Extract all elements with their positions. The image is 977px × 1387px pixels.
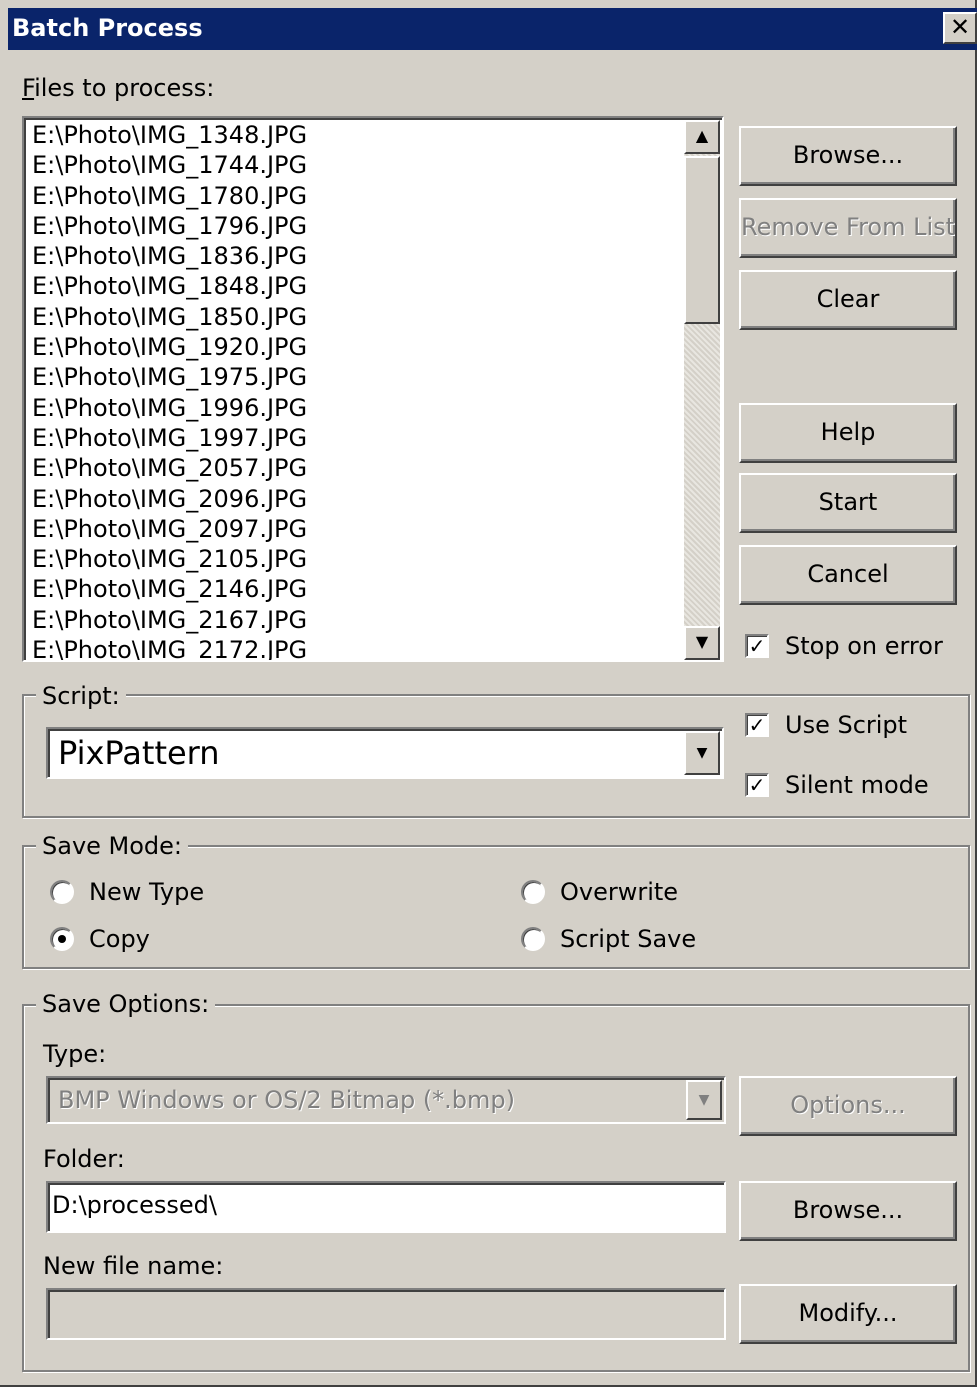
files-label-rest: iles to process: xyxy=(34,74,215,102)
clear-button[interactable]: Clear xyxy=(739,270,957,330)
silent-mode-label: Silent mode xyxy=(785,771,929,799)
list-item[interactable]: E:\Photo\IMG_2057.JPG xyxy=(32,453,307,483)
list-item[interactable]: E:\Photo\IMG_2146.JPG xyxy=(32,574,307,604)
stop-on-error-label: Stop on error xyxy=(785,632,943,660)
folder-input[interactable]: D:\processed\ xyxy=(46,1181,726,1233)
list-item[interactable]: E:\Photo\IMG_1744.JPG xyxy=(32,150,307,180)
new-type-radio[interactable] xyxy=(50,880,74,904)
type-dropdown-icon[interactable]: ▼ xyxy=(686,1080,722,1120)
start-button[interactable]: Start xyxy=(739,473,957,533)
script-save-label: Script Save xyxy=(560,925,697,953)
cancel-button[interactable]: Cancel xyxy=(739,545,957,605)
script-dropdown-icon[interactable]: ▼ xyxy=(684,731,720,775)
folder-label: Folder: xyxy=(43,1145,125,1173)
scroll-up-icon[interactable]: ▲ xyxy=(684,120,720,154)
options-button[interactable]: Options... xyxy=(739,1076,957,1136)
new-file-name-input[interactable] xyxy=(46,1288,726,1340)
save-options-group-title: Save Options: xyxy=(36,990,216,1018)
use-script-label: Use Script xyxy=(785,711,908,739)
list-item[interactable]: E:\Photo\IMG_1975.JPG xyxy=(32,362,307,392)
script-selected-value: PixPattern xyxy=(58,734,220,772)
scroll-down-icon[interactable]: ▼ xyxy=(684,626,720,660)
new-file-name-label: New file name: xyxy=(43,1252,224,1280)
copy-radio[interactable] xyxy=(50,927,74,951)
save-mode-group xyxy=(22,845,970,969)
list-item[interactable]: E:\Photo\IMG_1848.JPG xyxy=(32,271,307,301)
help-button[interactable]: Help xyxy=(739,403,957,463)
scroll-thumb[interactable] xyxy=(684,156,720,324)
remove-from-list-button[interactable]: Remove From List xyxy=(739,198,957,258)
list-item[interactable]: E:\Photo\IMG_1796.JPG xyxy=(32,211,307,241)
type-combobox[interactable]: BMP Windows or OS/2 Bitmap (*.bmp) ▼ xyxy=(46,1076,726,1124)
files-items: E:\Photo\IMG_1348.JPG E:\Photo\IMG_1744.J… xyxy=(32,120,307,660)
list-item[interactable]: E:\Photo\IMG_1780.JPG xyxy=(32,181,307,211)
list-item[interactable]: E:\Photo\IMG_2097.JPG xyxy=(32,514,307,544)
copy-label: Copy xyxy=(89,925,150,953)
browse-button[interactable]: Browse... xyxy=(739,126,957,186)
copy-radio-dot xyxy=(58,935,66,943)
new-type-label: New Type xyxy=(89,878,205,906)
list-item[interactable]: E:\Photo\IMG_1836.JPG xyxy=(32,241,307,271)
list-item[interactable]: E:\Photo\IMG_2105.JPG xyxy=(32,544,307,574)
list-item[interactable]: E:\Photo\IMG_1348.JPG xyxy=(32,120,307,150)
folder-browse-button[interactable]: Browse... xyxy=(739,1181,957,1241)
script-group-title: Script: xyxy=(36,682,126,710)
files-to-process-label: Files to process: xyxy=(22,74,214,102)
type-selected-value: BMP Windows or OS/2 Bitmap (*.bmp) xyxy=(58,1086,516,1114)
overwrite-label: Overwrite xyxy=(560,878,679,906)
overwrite-radio[interactable] xyxy=(521,880,545,904)
list-item[interactable]: E:\Photo\IMG_1850.JPG xyxy=(32,302,307,332)
files-label-mnemonic: F xyxy=(22,74,35,102)
list-item[interactable]: E:\Photo\IMG_2167.JPG xyxy=(32,605,307,635)
list-item[interactable]: E:\Photo\IMG_1997.JPG xyxy=(32,423,307,453)
save-mode-group-title: Save Mode: xyxy=(36,832,189,860)
close-icon[interactable]: ✕ xyxy=(943,12,977,44)
list-item[interactable]: E:\Photo\IMG_1920.JPG xyxy=(32,332,307,362)
script-combobox[interactable]: PixPattern ▼ xyxy=(46,727,724,779)
files-listbox[interactable]: E:\Photo\IMG_1348.JPG E:\Photo\IMG_1744.J… xyxy=(22,116,724,662)
list-item[interactable]: E:\Photo\IMG_1996.JPG xyxy=(32,393,307,423)
window-title: Batch Process xyxy=(12,14,203,42)
title-bar[interactable]: Batch Process ✕ xyxy=(8,8,977,50)
list-item[interactable]: E:\Photo\IMG_2096.JPG xyxy=(32,484,307,514)
list-item[interactable]: E:\Photo\IMG_2172.JPG xyxy=(32,635,307,660)
script-save-radio[interactable] xyxy=(521,927,545,951)
files-scrollbar[interactable]: ▲ ▼ xyxy=(684,120,720,660)
batch-process-dialog: Batch Process ✕ Files to process: E:\Pho… xyxy=(0,0,977,1387)
stop-on-error-checkbox[interactable]: ✓ xyxy=(745,634,769,658)
silent-mode-checkbox[interactable]: ✓ xyxy=(745,773,769,797)
use-script-checkbox[interactable]: ✓ xyxy=(745,713,769,737)
type-label: Type: xyxy=(43,1040,107,1068)
modify-button[interactable]: Modify... xyxy=(739,1284,957,1344)
